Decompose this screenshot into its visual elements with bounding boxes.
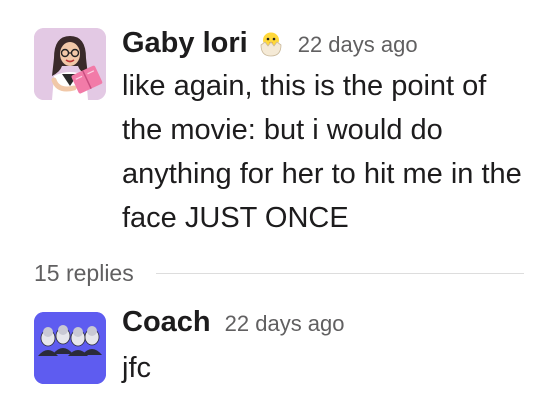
author-name[interactable]: Coach [122,306,211,339]
parent-message-header: Gaby lori 22 days ago [122,22,532,60]
gaby-avatar-illustration [34,28,106,100]
message-text: jfc [122,352,151,384]
reply-message-content: Coach 22 days ago jfc [122,306,532,390]
author-name[interactable]: Gaby lori [122,27,248,60]
timestamp[interactable]: 22 days ago [298,32,418,58]
thread-divider [155,272,524,274]
gaby-avatar[interactable] [34,28,106,100]
coach-avatar-illustration [34,312,106,384]
hatching-chick-icon[interactable] [256,28,286,58]
timestamp[interactable]: 22 days ago [225,311,345,337]
reply-count[interactable]: 15 replies [34,260,134,287]
coach-avatar[interactable] [34,312,106,384]
parent-message-content: Gaby lori 22 days ago like again, this i… [122,22,532,240]
thread-replies-bar[interactable]: 15 replies [34,258,524,288]
reply-message-header: Coach 22 days ago [122,306,532,344]
message-text: like again, this is the point of the mov… [122,70,522,234]
